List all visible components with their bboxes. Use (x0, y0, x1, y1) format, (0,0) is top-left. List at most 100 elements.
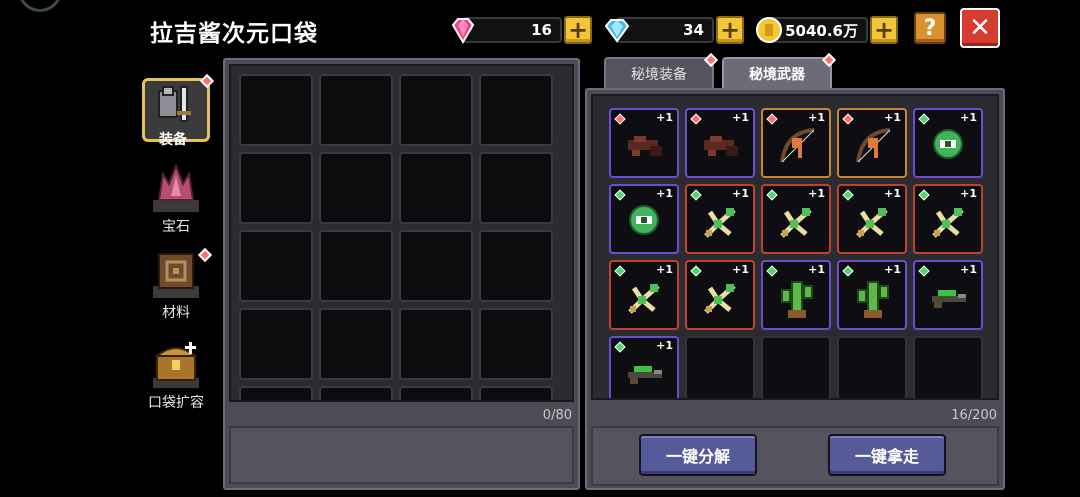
weapon-slot[interactable]: +1 (609, 108, 679, 178)
weapons-grid-frame: +1 +1 +1 +1 +1 +1 +1 +1 +1 +1 +1 +1 +1 +1 +1 +1 (591, 94, 999, 400)
blue-diamond-icon (604, 19, 630, 43)
take-all-button[interactable]: 一键拿走 (828, 434, 946, 476)
red-gem-badge (766, 113, 778, 125)
weapon-slot[interactable]: +1 (761, 184, 831, 254)
weapon-slot[interactable]: +1 (761, 260, 831, 330)
pocket-slot[interactable] (399, 230, 473, 302)
pocket-slot[interactable] (319, 74, 393, 146)
pocket-slot[interactable] (399, 74, 473, 146)
pocket-slot[interactable] (479, 308, 553, 380)
weapon-slot[interactable]: +1 (837, 184, 907, 254)
pocket-slot[interactable] (319, 230, 393, 302)
side-tab-expand[interactable]: 口袋扩容 (138, 338, 214, 412)
dismantle-all-button[interactable]: 一键分解 (639, 434, 757, 476)
pocket-slot[interactable] (239, 152, 313, 224)
add-gold-button[interactable]: + (870, 16, 898, 44)
green-gem-badge (690, 189, 702, 201)
tab-secret-equipment[interactable]: 秘境装备 (604, 52, 719, 89)
tab-secret-weapons-label: 秘境武器 (749, 67, 805, 83)
item-level: +1 (656, 111, 673, 124)
pocket-slot[interactable] (239, 386, 313, 400)
weapon-slot-empty[interactable] (913, 336, 983, 398)
weapon-slot[interactable]: +1 (913, 260, 983, 330)
pocket-slot[interactable] (239, 230, 313, 302)
treasure-chest-icon (145, 338, 207, 396)
item-level: +1 (656, 187, 673, 200)
item-level: +1 (656, 263, 673, 276)
green-gem-badge (766, 265, 778, 277)
pocket-slot[interactable] (239, 74, 313, 146)
item-level: +1 (884, 111, 901, 124)
item-level: +1 (808, 111, 825, 124)
pocket-slot[interactable] (319, 308, 393, 380)
side-tab-materials[interactable]: 材料 (138, 247, 214, 322)
weapons-count: 16/200 (951, 408, 997, 423)
item-level: +1 (808, 187, 825, 200)
weapon-slot[interactable]: +1 (685, 184, 755, 254)
add-blue-diamond-button[interactable]: + (716, 16, 744, 44)
green-gem-badge (614, 189, 626, 201)
pocket-panel: 0/80 (223, 58, 580, 490)
weapons-panel: +1 +1 +1 +1 +1 +1 +1 +1 +1 +1 +1 +1 +1 +1 +1 +1 16/200 (585, 88, 1005, 490)
gold-coin-icon (756, 17, 782, 43)
pocket-slot[interactable] (399, 386, 473, 400)
pocket-slot[interactable] (479, 386, 553, 400)
green-gem-badge (842, 189, 854, 201)
help-button[interactable]: ? (914, 12, 946, 44)
pocket-count: 0/80 (542, 408, 572, 423)
pocket-slot[interactable] (399, 308, 473, 380)
pocket-slot[interactable] (479, 152, 553, 224)
side-tab-equipment-label: 装备 (159, 132, 187, 148)
tab-secret-equipment-badge (703, 52, 719, 68)
weapon-slot[interactable]: +1 (685, 108, 755, 178)
materials-box-icon (145, 248, 207, 306)
tab-secret-equipment-label: 秘境装备 (631, 67, 687, 83)
avatar-ring (18, 0, 62, 12)
green-gem-badge (918, 189, 930, 201)
side-tab-equipment[interactable]: 装备 (138, 73, 215, 148)
item-level: +1 (732, 263, 749, 276)
green-gem-badge (614, 265, 626, 277)
pocket-footer (229, 426, 574, 484)
item-level: +1 (808, 263, 825, 276)
tab-secret-weapons[interactable]: 秘境武器 (722, 52, 837, 89)
item-level: +1 (732, 187, 749, 200)
crystal-icon (145, 162, 207, 220)
weapon-slot-empty[interactable] (685, 336, 755, 398)
gold-currency: 5040.6万 + (756, 14, 898, 46)
close-button[interactable]: ✕ (960, 8, 1000, 48)
weapon-slot[interactable]: +1 (761, 108, 831, 178)
green-gem-badge (842, 265, 854, 277)
item-level: +1 (884, 263, 901, 276)
item-level: +1 (732, 111, 749, 124)
weapon-slot[interactable]: +1 (609, 336, 679, 398)
armor-icon: 装备 (142, 78, 210, 148)
red-gem-badge (614, 113, 626, 125)
green-gem-badge (918, 113, 930, 125)
pocket-slot[interactable] (319, 386, 393, 400)
weapon-slot[interactable]: +1 (609, 184, 679, 254)
weapon-slot-empty[interactable] (761, 336, 831, 398)
pocket-slot[interactable] (479, 74, 553, 146)
weapon-slot-empty[interactable] (837, 336, 907, 398)
blue-diamond-count: 34 (683, 21, 704, 39)
weapon-slot[interactable]: +1 (685, 260, 755, 330)
weapon-slot[interactable]: +1 (837, 260, 907, 330)
pocket-slot[interactable] (239, 308, 313, 380)
item-level: +1 (960, 111, 977, 124)
green-gem-badge (614, 341, 626, 353)
pocket-slot[interactable] (399, 152, 473, 224)
pocket-grid-frame (229, 64, 574, 402)
weapon-slot[interactable]: +1 (837, 108, 907, 178)
add-pink-gem-button[interactable]: + (564, 16, 592, 44)
pink-gem-currency: 16 + (451, 14, 592, 46)
gold-count: 5040.6万 (785, 21, 858, 40)
weapons-grid: +1 +1 +1 +1 +1 +1 +1 +1 +1 +1 +1 +1 +1 +1 +1 +1 (609, 108, 989, 398)
pocket-slot[interactable] (319, 152, 393, 224)
green-gem-badge (766, 189, 778, 201)
side-tab-gems[interactable]: 宝石 (138, 162, 214, 236)
weapon-slot[interactable]: +1 (913, 184, 983, 254)
weapon-slot[interactable]: +1 (913, 108, 983, 178)
pocket-slot[interactable] (479, 230, 553, 302)
weapon-slot[interactable]: +1 (609, 260, 679, 330)
